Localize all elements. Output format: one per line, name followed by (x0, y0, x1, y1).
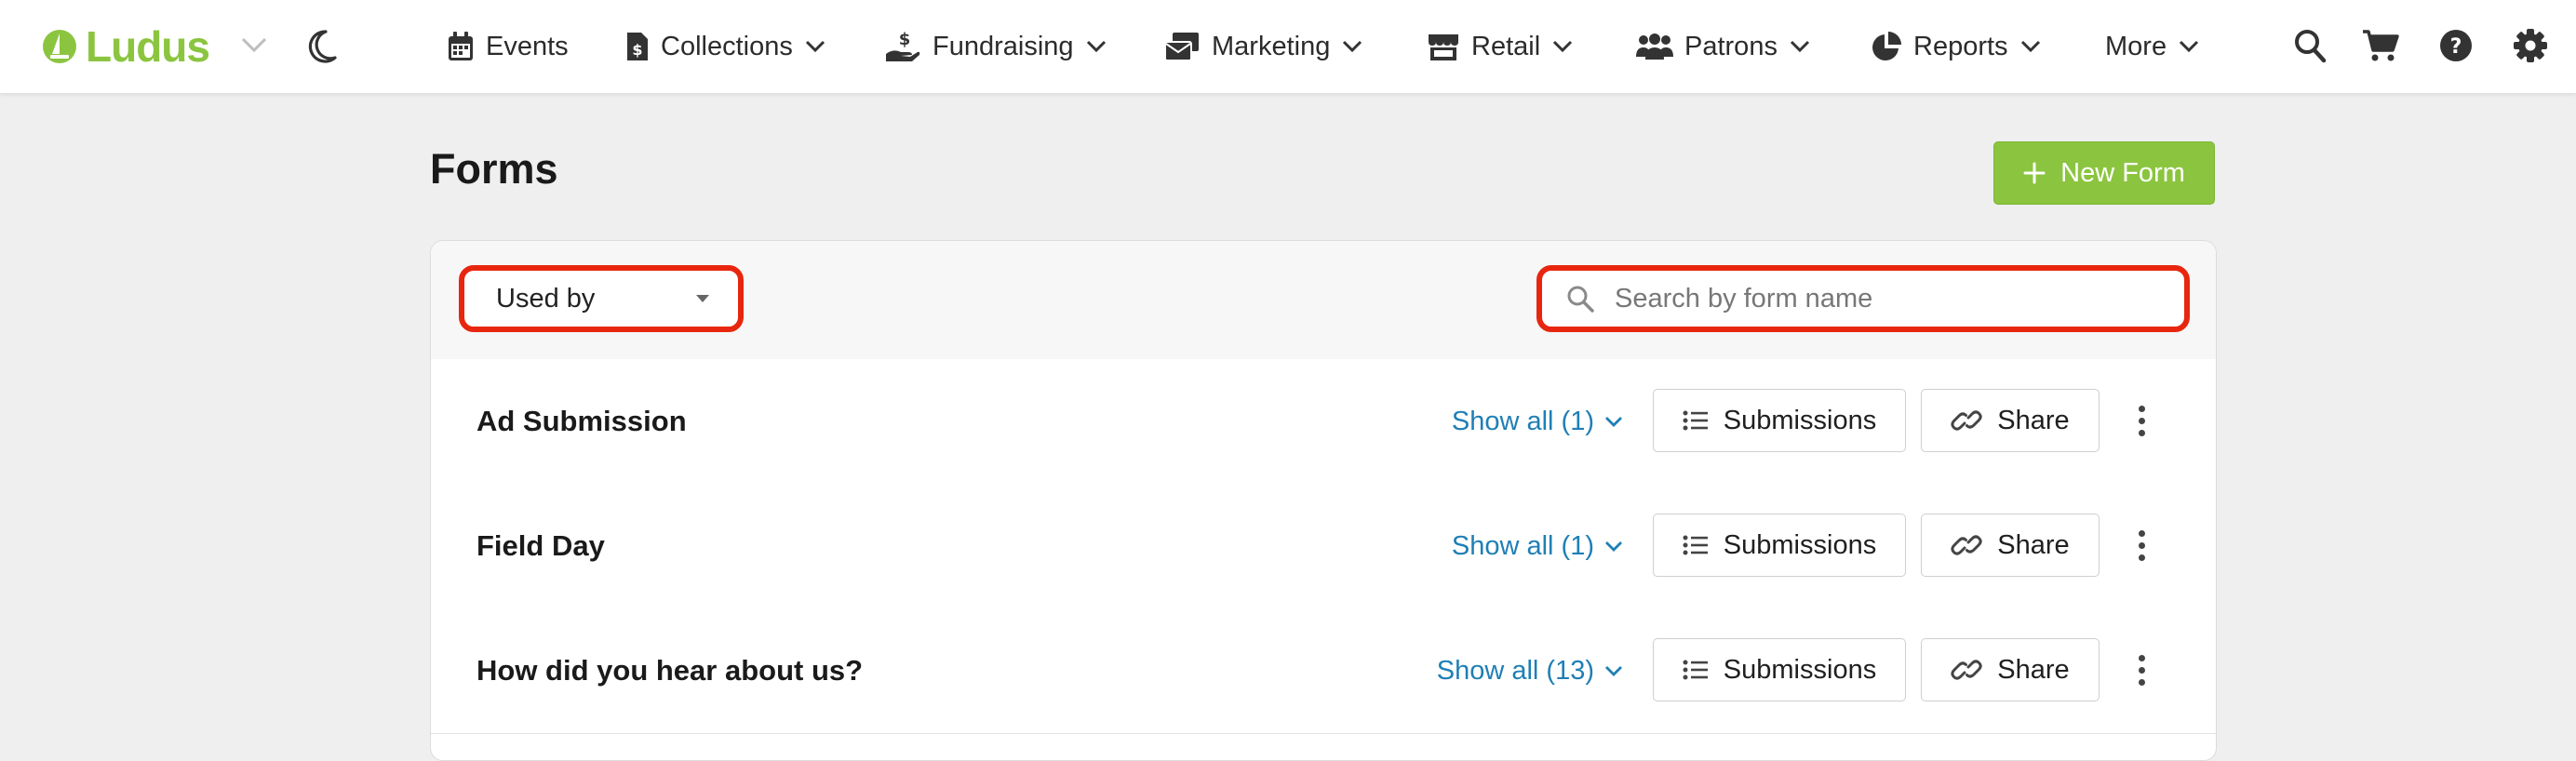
logo-text: Ludus (86, 22, 210, 71)
nav-reports[interactable]: Reports (1871, 23, 2042, 70)
chevron-down-icon (1086, 40, 1106, 53)
nav-marketing-label: Marketing (1212, 31, 1331, 61)
share-button[interactable]: Share (1921, 389, 2100, 452)
submissions-button[interactable]: Submissions (1653, 638, 1906, 701)
search-icon[interactable] (2293, 28, 2327, 63)
calendar-icon (449, 32, 473, 60)
ludus-logo[interactable]: Ludus (41, 19, 210, 74)
share-button[interactable]: Share (1921, 638, 2100, 701)
hand-dollar-icon: $ (886, 30, 920, 61)
nav-patrons[interactable]: Patrons (1636, 23, 1811, 70)
submissions-label: Submissions (1723, 654, 1877, 685)
new-form-label: New Form (2060, 157, 2185, 188)
form-row: How did you hear about us? Show all (13)… (431, 608, 2216, 734)
show-all-label: Show all (1) (1451, 530, 1594, 561)
ludus-logo-mark-icon (43, 30, 76, 63)
nav-fundraising-label: Fundraising (932, 31, 1074, 61)
users-icon (1636, 33, 1673, 60)
show-all-link[interactable]: Show all (1) (1452, 359, 1624, 484)
search-icon (1567, 286, 1594, 313)
svg-text:$: $ (899, 30, 911, 49)
form-row: Field Day Show all (1) Submissions Share (431, 484, 2216, 609)
svg-text:?: ? (2450, 35, 2462, 59)
cart-icon[interactable] (2362, 28, 2399, 63)
page-title: Forms (430, 145, 558, 193)
chevron-down-icon (1605, 666, 1622, 676)
form-name: Field Day (476, 529, 605, 562)
chevron-down-icon (1605, 417, 1622, 427)
forms-card: Used by Ad Submission Show all (1) Submi… (430, 240, 2217, 761)
caret-down-icon (696, 295, 709, 302)
help-icon[interactable]: ? (2438, 28, 2474, 63)
form-name: Ad Submission (476, 405, 687, 437)
submissions-button[interactable]: Submissions (1653, 514, 1906, 577)
nav-events[interactable]: Events (447, 23, 569, 70)
chevron-down-icon (1790, 40, 1810, 53)
show-all-label: Show all (1) (1451, 406, 1594, 436)
show-all-link[interactable]: Show all (13) (1437, 608, 1624, 733)
nav-events-label: Events (486, 31, 569, 61)
nav-fundraising[interactable]: $ Fundraising (884, 23, 1107, 70)
share-label: Share (1997, 654, 2070, 685)
link-icon (1951, 535, 1982, 555)
new-form-button[interactable]: New Form (1993, 141, 2215, 205)
list-icon (1683, 535, 1708, 555)
search-box[interactable] (1536, 265, 2190, 332)
share-label: Share (1997, 405, 2070, 435)
more-options-kebab-icon[interactable] (2130, 648, 2153, 692)
more-options-kebab-icon[interactable] (2130, 523, 2153, 567)
chevron-down-icon (1605, 541, 1622, 552)
nav-retail[interactable]: Retail (1427, 23, 1574, 70)
nav-more[interactable]: More (2105, 23, 2200, 70)
chevron-down-icon (1553, 40, 1573, 53)
share-label: Share (1997, 529, 2070, 560)
chevron-down-icon (805, 40, 825, 53)
submissions-label: Submissions (1723, 529, 1877, 560)
plus-icon (2023, 162, 2046, 184)
submissions-label: Submissions (1723, 405, 1877, 435)
nav-retail-label: Retail (1471, 31, 1541, 61)
nav-collections[interactable]: $ Collections (625, 23, 826, 70)
chevron-down-icon (1343, 40, 1362, 53)
search-input[interactable] (1613, 282, 2175, 315)
list-icon (1683, 410, 1708, 431)
envelopes-icon (1164, 33, 1199, 61)
nav-marketing[interactable]: Marketing (1163, 23, 1363, 70)
share-button[interactable]: Share (1921, 514, 2100, 577)
list-icon (1683, 660, 1708, 680)
top-navbar: Ludus Events $ Collections $ Fundraising… (0, 0, 2576, 93)
show-all-link[interactable]: Show all (1) (1452, 484, 1624, 608)
form-row: Ad Submission Show all (1) Submissions S… (431, 359, 2216, 485)
nav-patrons-label: Patrons (1684, 31, 1778, 61)
show-all-label: Show all (13) (1436, 655, 1594, 686)
nav-more-label: More (2105, 31, 2167, 61)
nav-collections-label: Collections (661, 31, 793, 61)
svg-text:$: $ (632, 41, 642, 59)
store-icon (1429, 34, 1458, 60)
used-by-dropdown[interactable]: Used by (459, 265, 744, 332)
link-icon (1951, 660, 1982, 680)
chevron-down-icon (2020, 40, 2040, 53)
submissions-button[interactable]: Submissions (1653, 389, 1906, 452)
used-by-label: Used by (496, 283, 596, 314)
pie-chart-icon (1872, 32, 1901, 60)
more-options-kebab-icon[interactable] (2130, 398, 2153, 443)
nav-reports-label: Reports (1913, 31, 2008, 61)
chevron-down-icon[interactable] (240, 35, 268, 54)
gear-icon[interactable] (2513, 28, 2548, 63)
chevron-down-icon (2180, 40, 2199, 53)
dark-mode-moon-icon[interactable] (303, 28, 339, 65)
link-icon (1951, 410, 1982, 431)
form-name: How did you hear about us? (476, 654, 864, 687)
filter-bar: Used by (431, 241, 2216, 360)
file-dollar-icon: $ (627, 33, 648, 60)
